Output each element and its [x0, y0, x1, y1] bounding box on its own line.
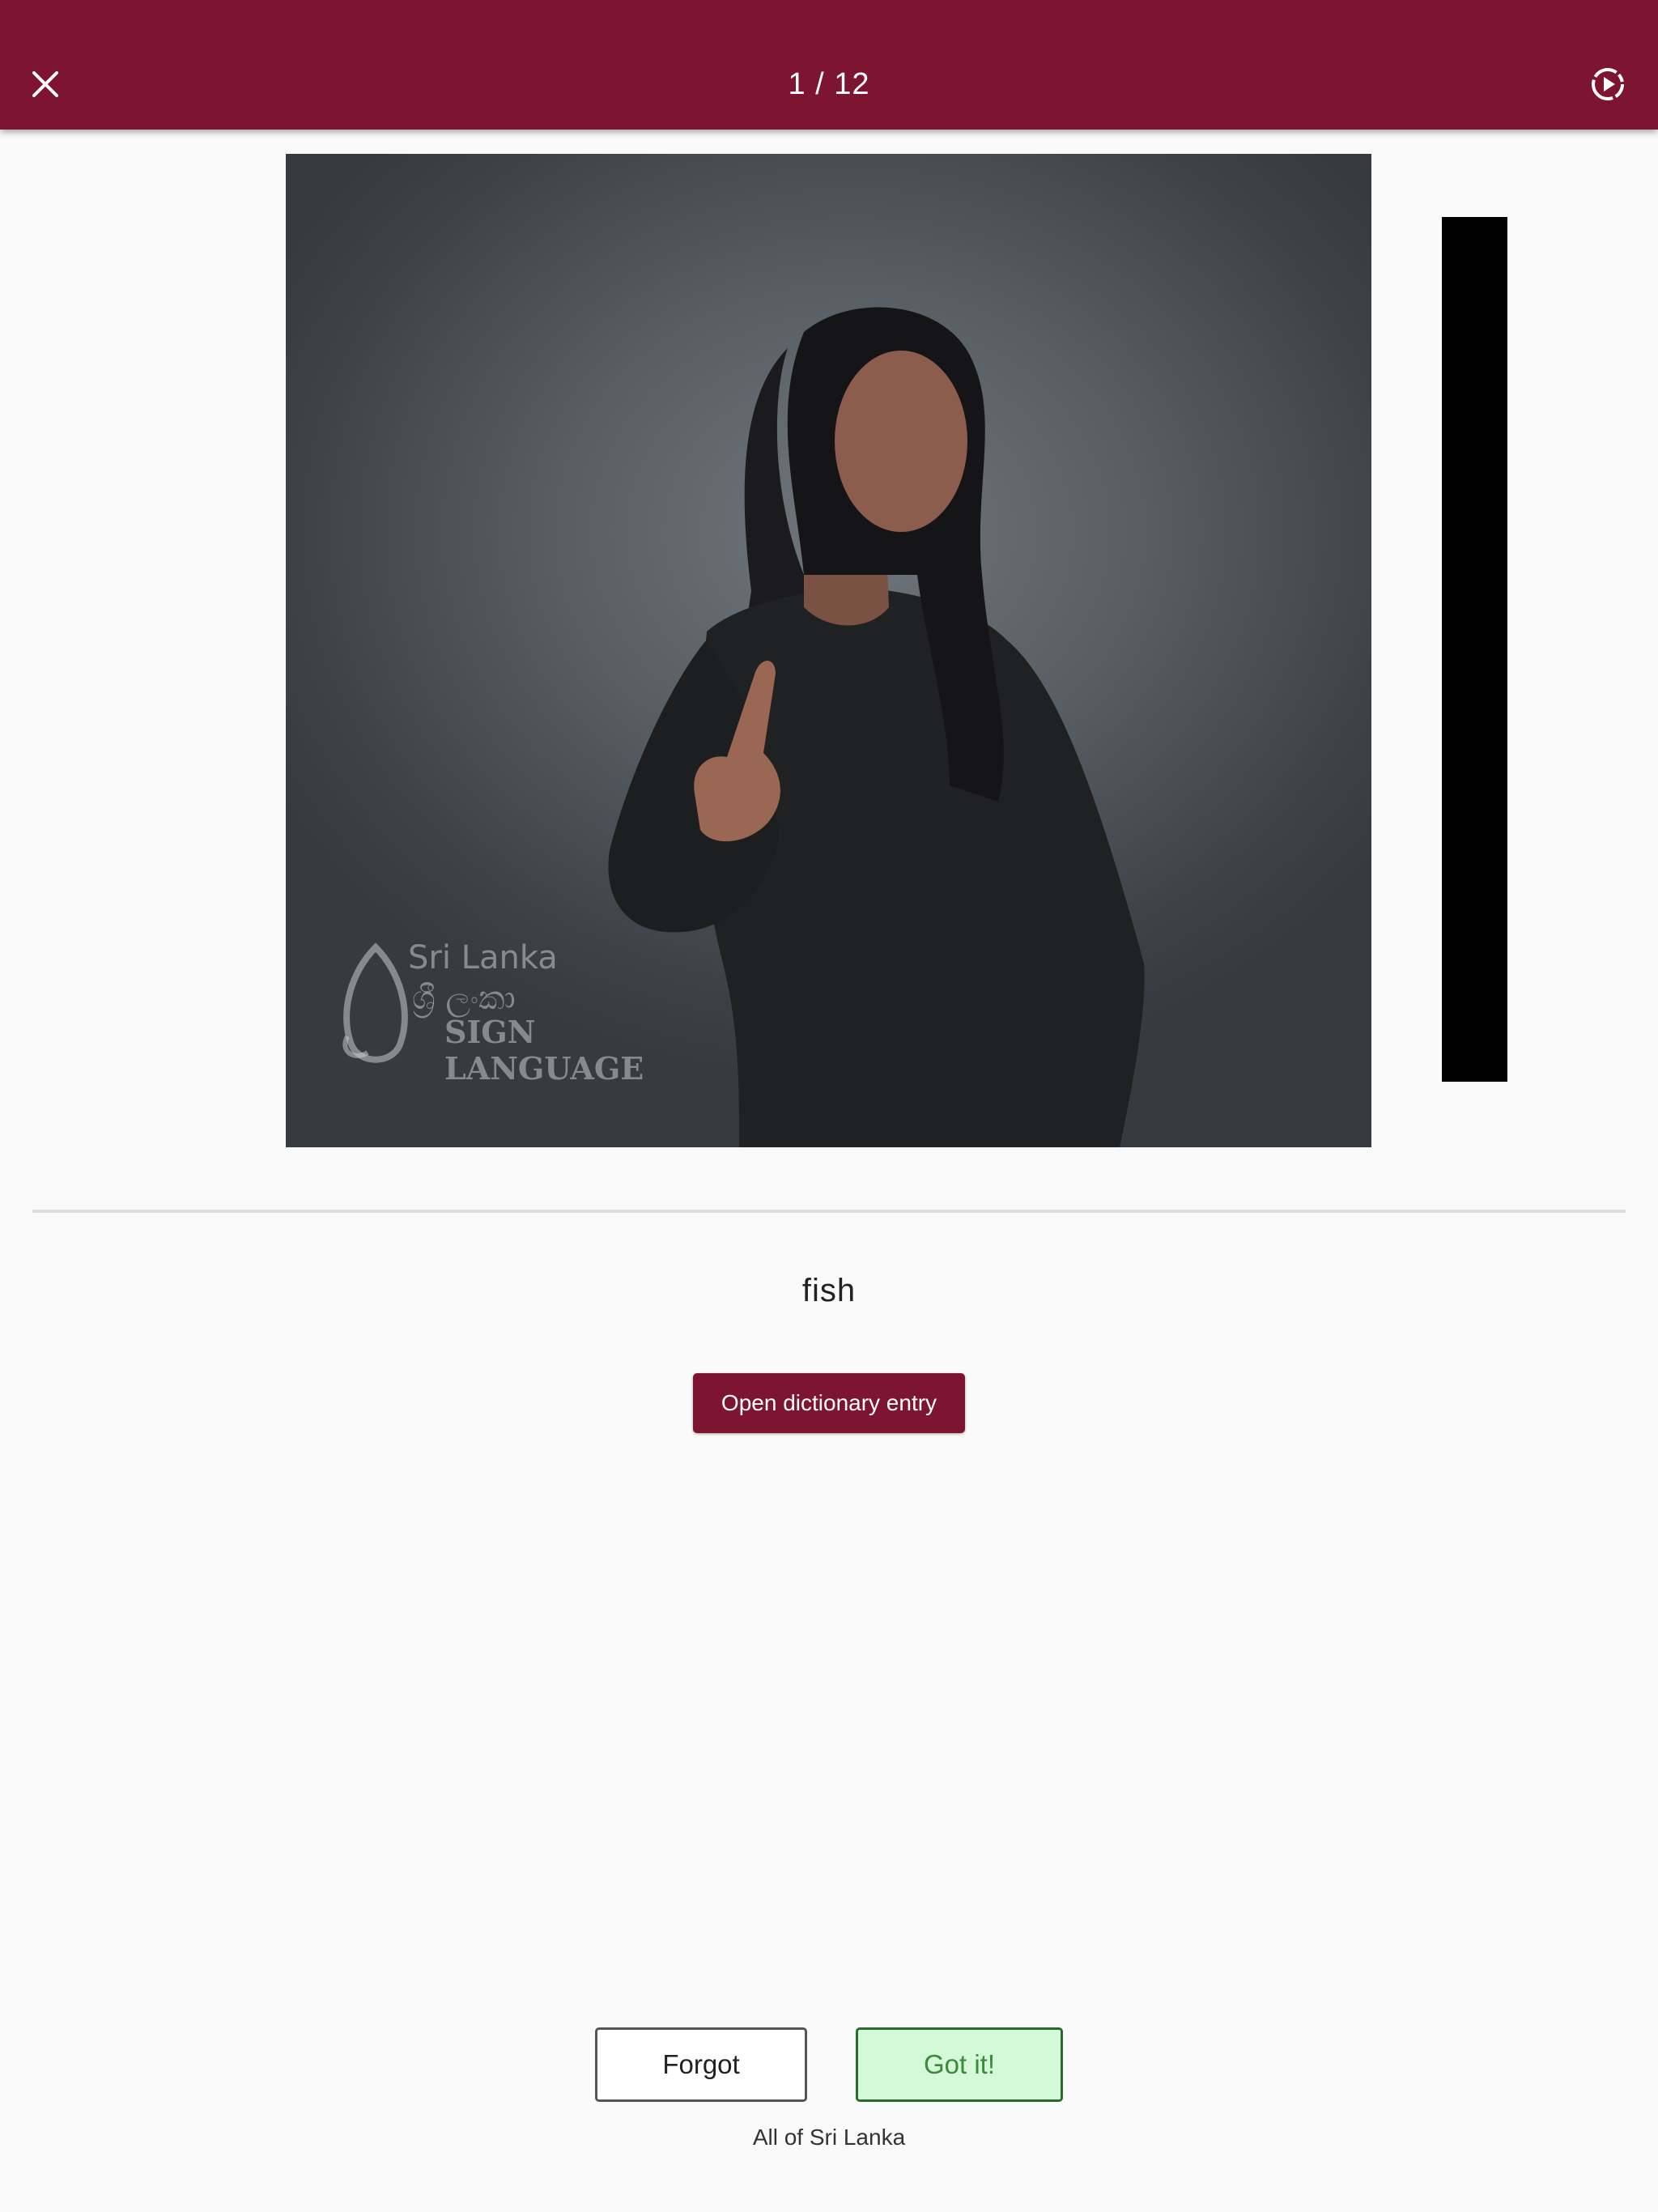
- sign-video[interactable]: Sri Lanka ශ්‍රී ලංකා SIGN LANGUAGE: [286, 154, 1371, 1147]
- video-scrubber[interactable]: [1442, 217, 1507, 1082]
- forgot-button[interactable]: Forgot: [595, 2027, 807, 2102]
- progress-counter: 1 / 12: [788, 67, 870, 101]
- video-watermark: Sri Lanka ශ්‍රී ලංකා SIGN LANGUAGE: [331, 939, 695, 1087]
- app-bar: 1 / 12: [0, 0, 1658, 130]
- card-word: fish: [801, 1273, 857, 1308]
- deck-name: All of Sri Lanka: [752, 2125, 906, 2150]
- watermark-line-3: SIGN LANGUAGE: [444, 1014, 644, 1087]
- watermark-line-1: Sri Lanka: [408, 939, 558, 976]
- autoplay-button[interactable]: [1584, 60, 1632, 108]
- divider: [32, 1210, 1626, 1213]
- open-dictionary-button[interactable]: Open dictionary entry: [693, 1373, 965, 1433]
- watermark-line-2: ශ්‍රී ලංකා: [412, 980, 516, 1017]
- got-it-button[interactable]: Got it!: [856, 2027, 1063, 2102]
- play-circle-dashed-icon: [1592, 68, 1624, 100]
- sri-lanka-logo-icon: [342, 942, 408, 1063]
